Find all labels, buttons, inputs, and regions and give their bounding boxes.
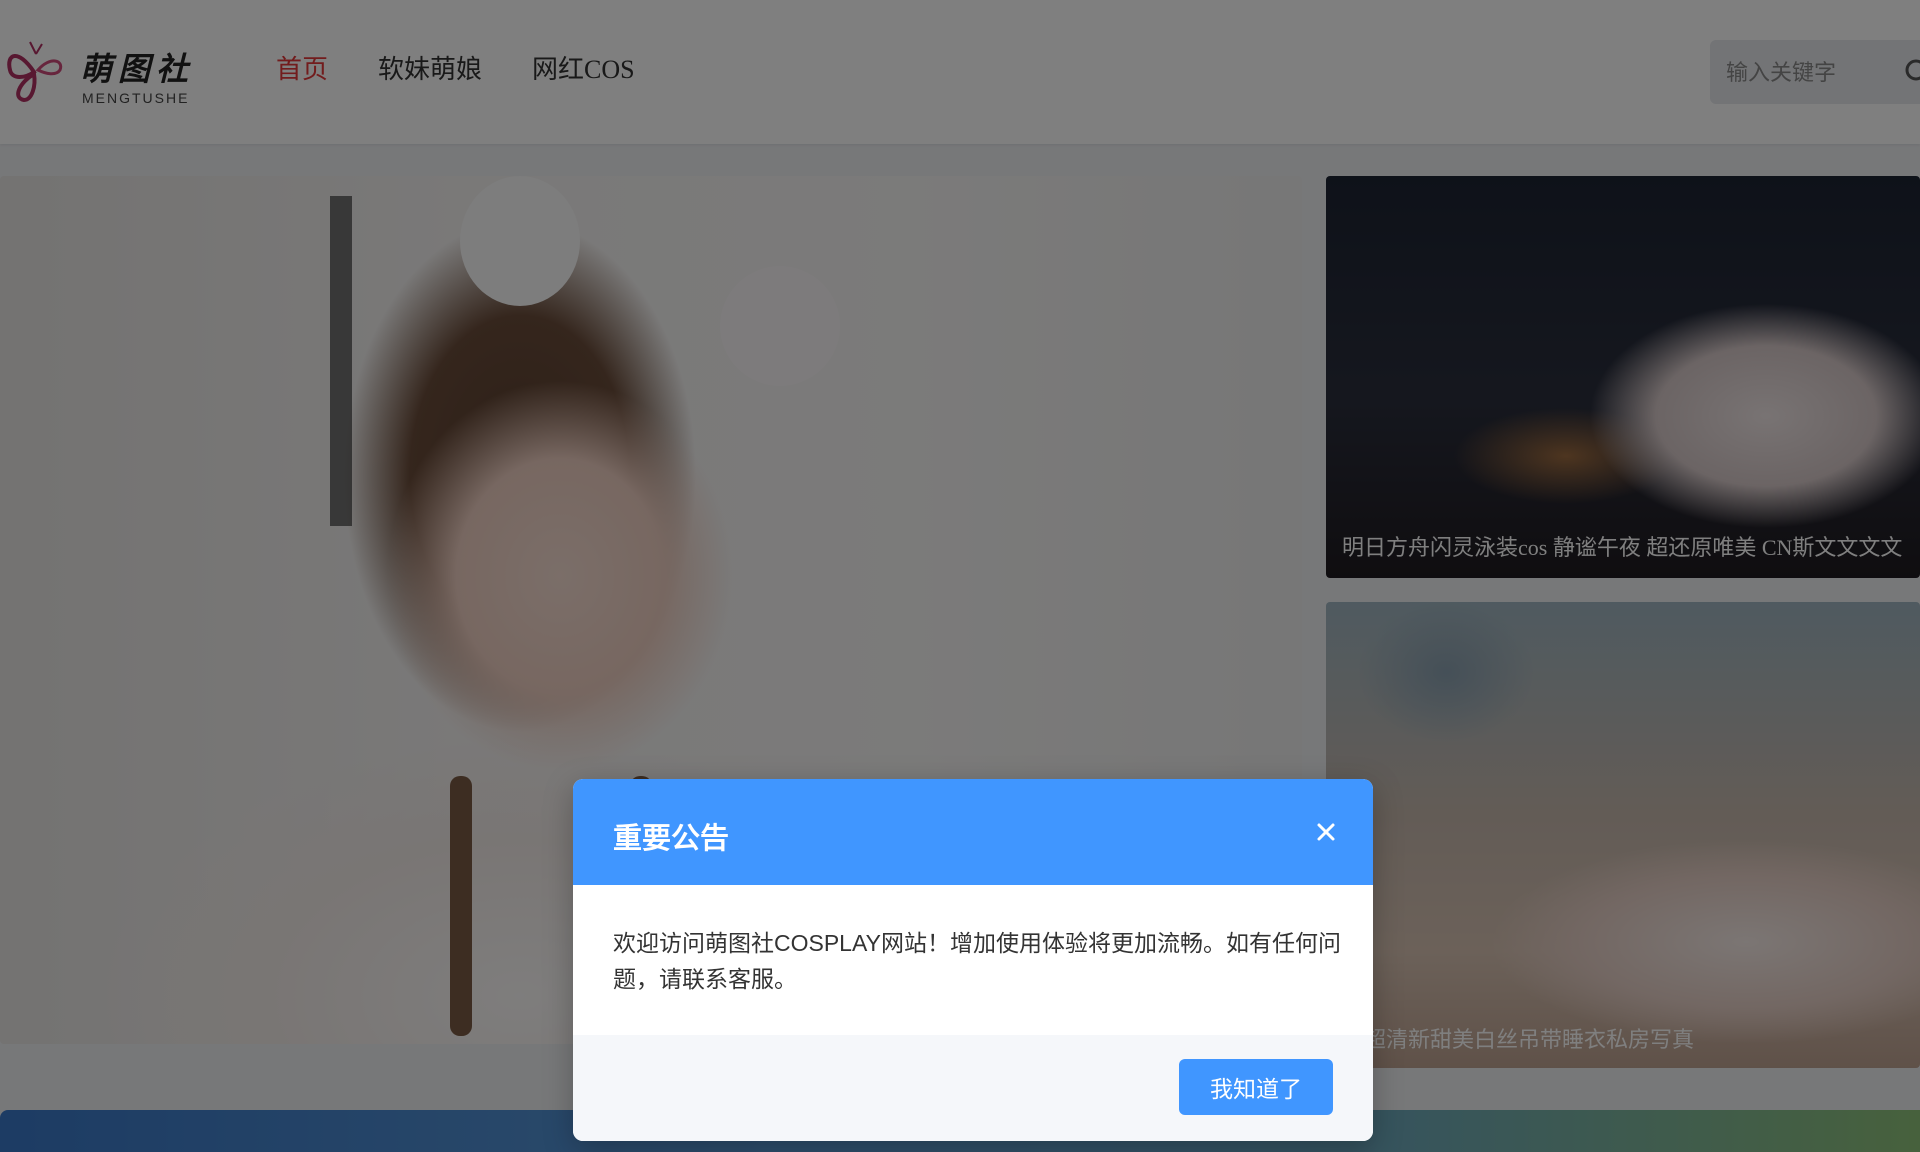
modal-message: 欢迎访问萌图社COSPLAY网站！增加使用体验将更加流畅。如有任何问题，请联系客… bbox=[613, 930, 1341, 992]
modal-header: 重要公告 bbox=[573, 779, 1373, 885]
modal-footer: 我知道了 bbox=[573, 1035, 1373, 1141]
confirm-button[interactable]: 我知道了 bbox=[1179, 1059, 1333, 1115]
modal-title: 重要公告 bbox=[613, 823, 730, 855]
close-icon[interactable] bbox=[1309, 815, 1343, 849]
announcement-modal: 重要公告 欢迎访问萌图社COSPLAY网站！增加使用体验将更加流畅。如有任何问题… bbox=[573, 779, 1373, 1141]
